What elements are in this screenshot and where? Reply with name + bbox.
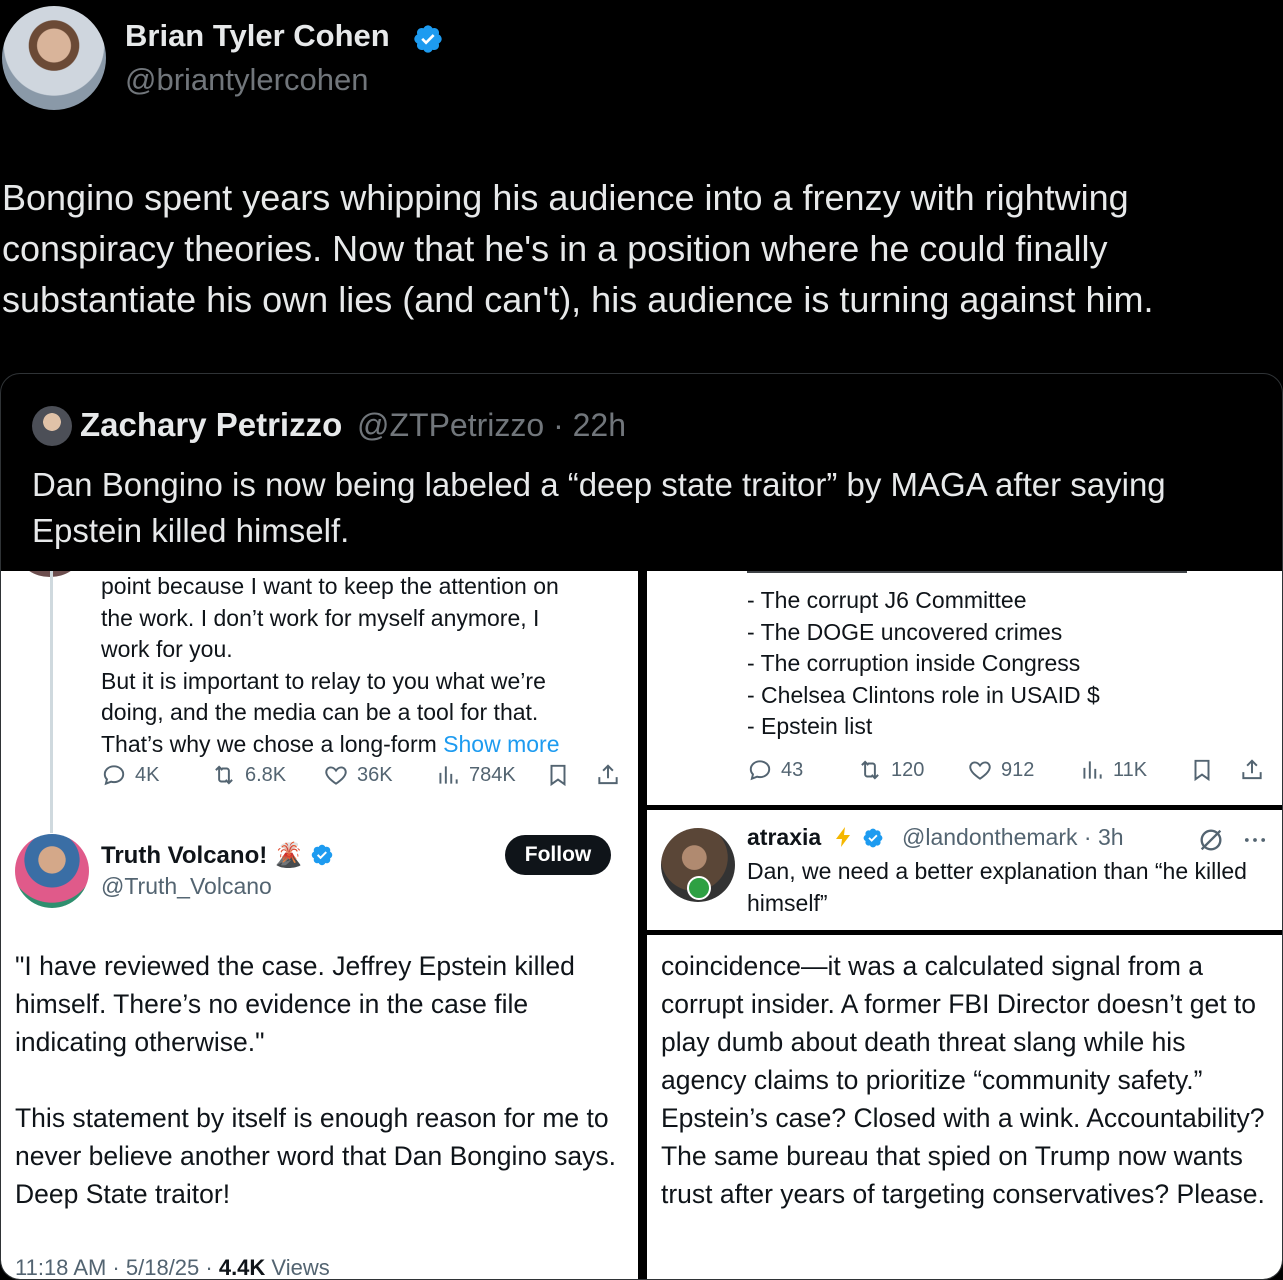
action-bar: 4K 6.8K 36K 784K <box>101 762 621 788</box>
truth-volcano-name[interactable]: Truth Volcano! 🌋 <box>101 841 334 870</box>
views-chart-icon <box>439 766 458 784</box>
media-image-right-bottom[interactable]: coincidence—it was a calculated signal f… <box>647 935 1282 1279</box>
media-image-right-middle[interactable]: atraxia @landonthemark · 3h Dan, we need… <box>647 810 1282 930</box>
repost-count: 6.8K <box>245 763 287 786</box>
truth-volcano-name-text: Truth Volcano! <box>101 842 268 869</box>
action-bar: 43 120 912 11K <box>747 757 1265 783</box>
views-label: Views <box>265 1255 330 1280</box>
like-button[interactable]: 912 <box>967 757 1079 783</box>
list-line: - Chelsea Clintons role in USAID $ <box>747 681 1100 708</box>
reply-button[interactable]: 4K <box>101 762 211 788</box>
quoted-tweet-card[interactable]: Zachary Petrizzo @ZTPetrizzo · 22h Dan B… <box>0 373 1283 1280</box>
bookmark-button[interactable] <box>545 762 595 788</box>
reply-icon <box>103 765 125 786</box>
repost-icon <box>861 760 879 780</box>
bookmark-icon <box>550 764 566 787</box>
repost-icon <box>215 765 233 785</box>
like-count: 36K <box>357 763 393 786</box>
reply-line: point because I want to keep the attenti… <box>101 573 559 599</box>
verified-badge-icon <box>414 25 442 53</box>
post-timestamp-views: 11:18 AM · 5/18/25 · 4.4K Views <box>15 1255 330 1280</box>
reply-button[interactable]: 43 <box>747 757 857 783</box>
volcano-emoji-icon: 🌋 <box>273 842 304 869</box>
bookmark-icon <box>1194 759 1210 782</box>
author-handle[interactable]: @briantylercohen <box>125 62 368 98</box>
repost-button[interactable]: 6.8K <box>211 762 323 788</box>
views-count-bold: 4.4K <box>218 1255 266 1280</box>
verified-badge-icon <box>863 828 883 848</box>
reply-line-text: That’s why we chose a long-form <box>101 730 437 757</box>
share-icon <box>1242 759 1262 780</box>
bookmark-button[interactable] <box>1189 757 1239 783</box>
truth-volcano-avatar[interactable] <box>15 834 89 908</box>
reply-line: the work. I don’t work for myself anymor… <box>101 604 540 631</box>
grok-icon[interactable] <box>1197 826 1225 854</box>
reply-icon <box>749 760 771 781</box>
reply-line-last: That’s why we chose a long-form Show mor… <box>101 729 621 761</box>
reply-line: work for you. <box>101 636 233 663</box>
post-paragraph: "I have reviewed the case. Jeffrey Epste… <box>15 951 575 1057</box>
atraxia-handle-time[interactable]: @landonthemark · 3h <box>902 824 1124 851</box>
author-name[interactable]: Brian Tyler Cohen <box>125 18 390 54</box>
post-paragraph: This statement by itself is enough reaso… <box>15 1103 617 1209</box>
list-line: - The DOGE uncovered crimes <box>747 618 1063 645</box>
list-line: - The corrupt J6 Committee <box>747 587 1027 613</box>
heart-icon <box>969 761 991 780</box>
share-icon <box>598 764 618 785</box>
avatar-badge-icon <box>687 876 711 900</box>
like-count: 912 <box>1001 758 1035 781</box>
quoted-author-handle-time: @ZTPetrizzo · 22h <box>357 407 626 443</box>
reply-line: But it is important to relay to you what… <box>101 667 546 694</box>
show-more-link[interactable]: Show more <box>443 731 559 757</box>
post-body-text: coincidence—it was a calculated signal f… <box>661 951 1265 1209</box>
atraxia-reply-text: Dan, we need a better explanation than “… <box>747 858 1247 916</box>
list-line: - Epstein list <box>747 713 873 740</box>
cropped-text-line <box>747 571 1187 573</box>
views-chart-icon <box>1083 761 1102 779</box>
repost-count: 120 <box>891 758 925 781</box>
reply-count: 4K <box>135 763 160 786</box>
share-button[interactable] <box>595 762 621 788</box>
atraxia-name-text: atraxia <box>747 824 822 850</box>
atraxia-name[interactable]: atraxia <box>747 824 884 851</box>
quoted-tweet-text: Dan Bongino is now being labeled a “deep… <box>32 466 1166 549</box>
quoted-author-avatar <box>32 406 72 446</box>
list-text: - The corrupt J6 Committee - The DOGE un… <box>747 585 1267 743</box>
lightning-icon <box>835 827 850 847</box>
like-button[interactable]: 36K <box>323 762 435 788</box>
post-timestamp[interactable]: 11:18 AM · 5/18/25 · <box>15 1255 219 1279</box>
author-avatar[interactable] <box>2 6 106 110</box>
media-image-left[interactable]: point because I want to keep the attenti… <box>1 571 638 1280</box>
repost-button[interactable]: 120 <box>857 757 967 783</box>
reply-count: 43 <box>781 758 804 781</box>
list-line: - The corruption inside Congress <box>747 650 1081 677</box>
views-button[interactable]: 11K <box>1079 757 1189 783</box>
reply-text: point because I want to keep the attenti… <box>101 571 621 761</box>
tweet-text: Bongino spent years whipping his audienc… <box>2 177 1154 320</box>
heart-icon <box>325 766 347 785</box>
share-button[interactable] <box>1239 757 1265 783</box>
reply-line: doing, and the media can be a tool for t… <box>101 699 539 726</box>
views-count: 11K <box>1113 758 1148 781</box>
quoted-author-name: Zachary Petrizzo <box>80 406 343 443</box>
truth-volcano-post-text: "I have reviewed the case. Jeffrey Epste… <box>15 947 625 1213</box>
truth-volcano-handle[interactable]: @Truth_Volcano <box>101 873 272 900</box>
views-count: 784K <box>469 763 516 786</box>
verified-badge-icon <box>312 844 333 866</box>
more-options-icon[interactable] <box>1241 826 1269 854</box>
views-button[interactable]: 784K <box>435 762 545 788</box>
thread-connector-line <box>50 571 53 833</box>
media-image-right-top[interactable]: - The corrupt J6 Committee - The DOGE un… <box>647 571 1282 805</box>
follow-button[interactable]: Follow <box>505 835 611 875</box>
